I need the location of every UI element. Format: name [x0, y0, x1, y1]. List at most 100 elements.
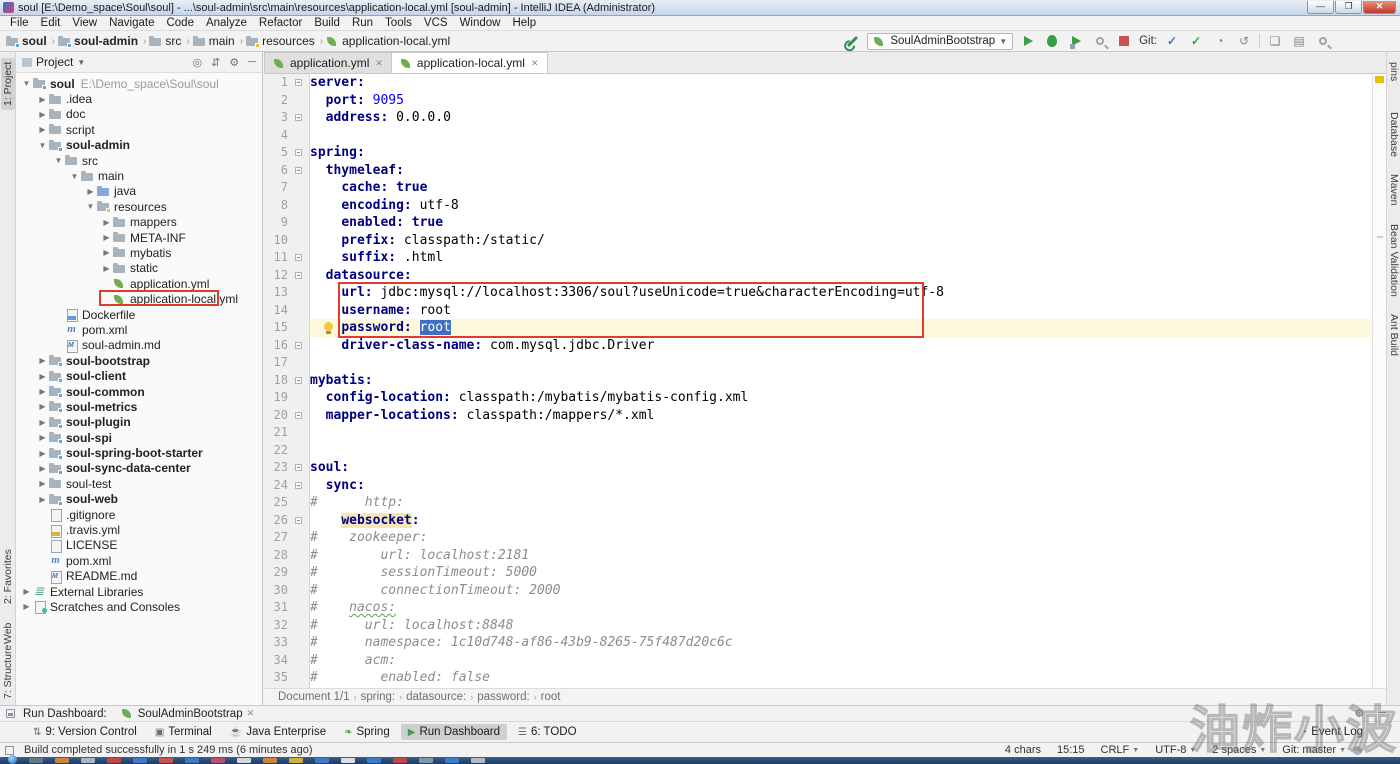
menu-item-analyze[interactable]: Analyze	[200, 17, 253, 29]
fold-marker-icon[interactable]	[295, 114, 302, 121]
status-widget-4 chars[interactable]: 4 chars	[1005, 744, 1041, 756]
run-configuration-select[interactable]: SoulAdminBootstrap ▼	[867, 32, 1014, 50]
editor-breadcrumb-item[interactable]: datasource:	[406, 691, 466, 703]
start-button[interactable]	[8, 755, 17, 764]
menu-item-refactor[interactable]: Refactor	[253, 17, 308, 29]
toolwindow-button-9: Version Control[interactable]: ⇅ 9: Version Control	[26, 724, 144, 740]
code-line-7[interactable]: cache: true	[310, 179, 1372, 197]
chevron-collapsed-icon[interactable]: ▶	[84, 187, 97, 196]
hide-panel-button[interactable]: ─	[1378, 707, 1386, 720]
vcs-update-button[interactable]: ✓	[1163, 33, 1181, 49]
fold-marker-icon[interactable]	[295, 341, 302, 349]
code-line-15[interactable]: password: root	[310, 319, 1372, 337]
chevron-collapsed-icon[interactable]: ▶	[36, 125, 49, 134]
fold-marker-icon[interactable]	[295, 411, 302, 419]
tree-row[interactable]: ▼ main	[16, 168, 262, 183]
code-line-16[interactable]: driver-class-name: com.mysql.jdbc.Driver	[310, 337, 1372, 355]
breadcrumb-item-soul[interactable]: soul	[6, 34, 47, 48]
close-icon[interactable]: ✕	[375, 58, 383, 69]
editor-breadcrumb-item[interactable]: password:	[477, 691, 529, 703]
tree-row[interactable]: application.yml	[16, 276, 262, 291]
editor-scrollbar[interactable]	[1372, 74, 1386, 688]
chevron-collapsed-icon[interactable]: ▶	[36, 387, 49, 396]
fold-marker-icon[interactable]	[295, 79, 302, 86]
code-line-8[interactable]: encoding: utf-8	[310, 197, 1372, 215]
taskbar-icon-6[interactable]	[185, 758, 199, 763]
history-button[interactable]: ◔	[1211, 33, 1229, 49]
code-line-14[interactable]: username: root	[310, 302, 1372, 320]
status-widget-15:15[interactable]: 15:15	[1057, 744, 1085, 756]
tool-stripe-Ant Build[interactable]: Ant Build	[1387, 310, 1400, 360]
menu-item-tools[interactable]: Tools	[379, 17, 418, 29]
code-line-21[interactable]	[310, 424, 1372, 442]
status-widget-Git: master[interactable]: Git: master ▼	[1282, 744, 1346, 756]
tool-stripe-2: Favorites[interactable]: 2: Favorites	[1, 545, 15, 608]
taskbar-icon-7[interactable]	[211, 758, 225, 763]
chevron-collapsed-icon[interactable]: ▶	[100, 218, 113, 227]
fold-marker-icon[interactable]	[295, 464, 302, 471]
code-line-17[interactable]	[310, 354, 1372, 372]
chevron-collapsed-icon[interactable]: ▶	[100, 233, 113, 242]
tree-row[interactable]: m pom.xml	[16, 322, 262, 337]
taskbar-icon-8[interactable]	[237, 758, 251, 763]
tree-row[interactable]: ▶ soul-common	[16, 384, 262, 399]
fold-marker-icon[interactable]	[295, 166, 302, 174]
code-line-22[interactable]	[310, 442, 1372, 460]
run-button[interactable]	[1019, 33, 1037, 49]
fold-marker-icon[interactable]	[295, 376, 302, 384]
code-line-35[interactable]: # enabled: false	[310, 669, 1372, 687]
close-icon[interactable]: ✕	[247, 708, 255, 719]
tree-row[interactable]: ▶ soul-metrics	[16, 399, 262, 414]
tool-stripe-1: Project[interactable]: 1: Project	[1, 57, 15, 110]
code-line-9[interactable]: enabled: true	[310, 214, 1372, 232]
menu-item-code[interactable]: Code	[160, 17, 200, 29]
tool-stripe-Database[interactable]: Database	[1387, 108, 1400, 161]
code-line-29[interactable]: # sessionTimeout: 5000	[310, 564, 1372, 582]
chevron-collapsed-icon[interactable]: ▶	[36, 418, 49, 427]
chevron-collapsed-icon[interactable]: ▶	[100, 264, 113, 273]
tree-row[interactable]: ▼ soul-admin	[16, 138, 262, 153]
code-line-13[interactable]: url: jdbc:mysql://localhost:3306/soul?us…	[310, 284, 1372, 302]
run-with-coverage-button[interactable]	[1067, 33, 1085, 49]
menu-item-view[interactable]: View	[66, 17, 103, 29]
stop-button[interactable]	[1115, 33, 1133, 49]
profiler-button[interactable]	[1091, 33, 1109, 49]
tree-row[interactable]: .travis.yml	[16, 522, 262, 538]
chevron-collapsed-icon[interactable]: ▶	[36, 449, 49, 458]
menu-item-vcs[interactable]: VCS	[418, 17, 454, 29]
code-line-18[interactable]: mybatis:	[310, 372, 1372, 390]
tree-row[interactable]: ▶ soul-test	[16, 476, 262, 491]
toolwindow-button-Terminal[interactable]: ▣ Terminal	[148, 724, 219, 740]
tree-row[interactable]: m pom.xml	[16, 553, 262, 568]
tree-row[interactable]: ▼ src	[16, 153, 262, 168]
vcs-commit-button[interactable]: ✓	[1187, 33, 1205, 49]
editor-breadcrumb-item[interactable]: spring:	[361, 691, 396, 703]
code-line-25[interactable]: # http:	[310, 494, 1372, 512]
taskbar-icon-13[interactable]	[367, 758, 381, 763]
hide-panel-button[interactable]: ─	[248, 56, 256, 69]
run-dashboard-tab[interactable]: SoulAdminBootstrap ✕	[115, 707, 260, 721]
chevron-collapsed-icon[interactable]: ▶	[36, 372, 49, 381]
tree-row[interactable]: ▶ java	[16, 184, 262, 199]
taskbar-icon-9[interactable]	[263, 758, 277, 763]
tree-row[interactable]: ▶ soul-client	[16, 368, 262, 383]
code-area[interactable]: 1 2 3 4 5 6 7 8 9 10 11 12 13 14 15 16 17 18 19 20 21 22 23 24 2…	[264, 74, 1386, 688]
toolwindow-button-Java Enterprise[interactable]: ☕ Java Enterprise	[223, 724, 333, 740]
status-widget-2 spaces[interactable]: 2 spaces ▼	[1212, 744, 1266, 756]
taskbar-icon-1[interactable]	[55, 758, 69, 763]
fold-marker-icon[interactable]	[295, 271, 302, 279]
tree-row[interactable]: ▶ soul-web	[16, 492, 262, 507]
window-layout-button[interactable]: ❏	[1266, 33, 1284, 49]
gear-icon[interactable]: ⚙	[1354, 707, 1364, 720]
tree-row[interactable]: LICENSE	[16, 538, 262, 553]
taskbar-icon-3[interactable]	[107, 758, 121, 763]
status-widget-CRLF[interactable]: CRLF ▼	[1101, 744, 1140, 756]
code-line-30[interactable]: # connectionTimeout: 2000	[310, 582, 1372, 600]
menu-item-file[interactable]: File	[4, 17, 35, 29]
code-line-33[interactable]: # namespace: 1c10d748-af86-43b9-8265-75f…	[310, 634, 1372, 652]
tree-row[interactable]: ▶ soul-bootstrap	[16, 353, 262, 368]
chevron-collapsed-icon[interactable]: ▶	[36, 464, 49, 473]
hector-icon[interactable]	[1353, 746, 1362, 755]
tree-row[interactable]: ▶ mybatis	[16, 245, 262, 260]
code-line-34[interactable]: # acm:	[310, 652, 1372, 670]
